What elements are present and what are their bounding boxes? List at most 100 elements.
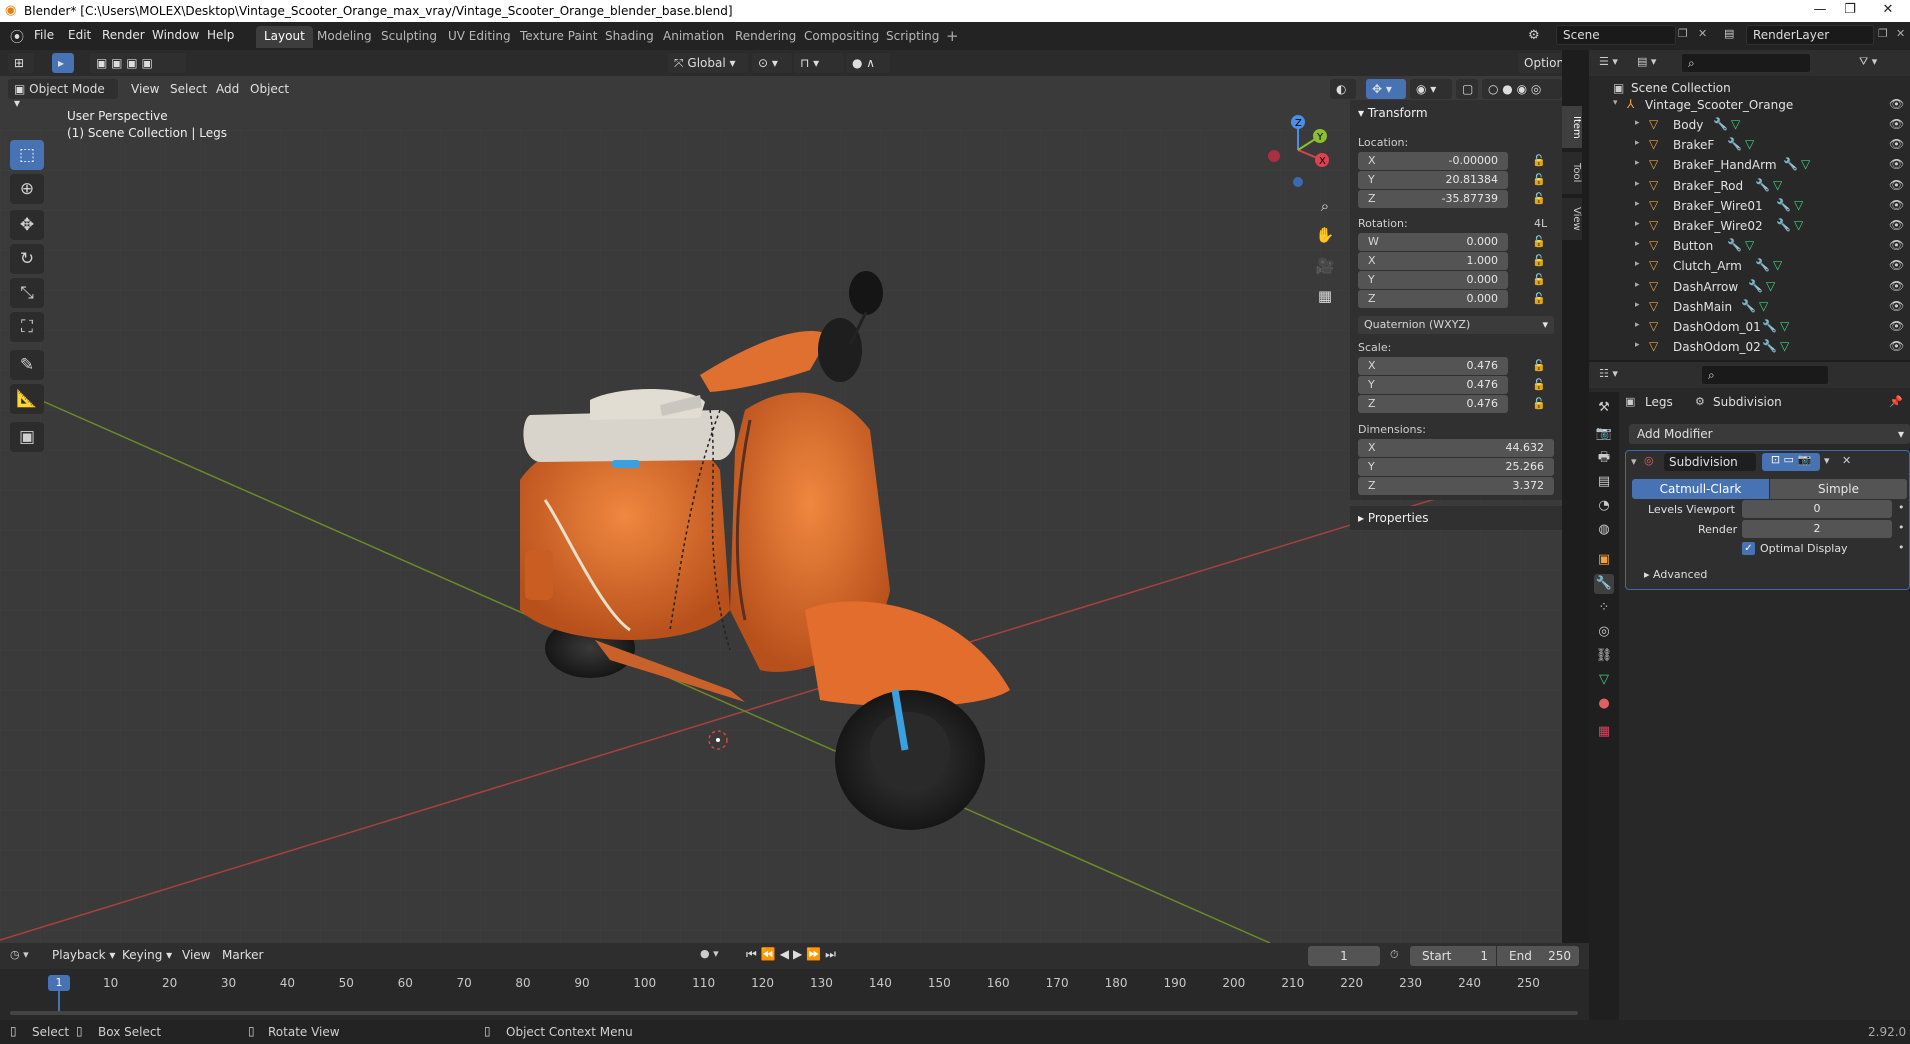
3d-viewport[interactable]: ⊞ ▸ ▣ ▣ ▣ ▣ ⤧ Global ▾ ⊙ ▾ ⊓ ▾ ● ∧ Optio… <box>0 50 1562 943</box>
lock-icon[interactable]: 🔓 <box>1532 292 1546 306</box>
mesh-data-icon[interactable]: ▽ <box>1731 117 1740 131</box>
scale-y-field[interactable]: Y 0.476 <box>1358 376 1508 394</box>
scale-tool-icon[interactable]: ⤡ <box>10 278 44 308</box>
tool-tab-icon[interactable]: ⚒ <box>1594 398 1614 418</box>
levels-viewport-field[interactable]: 0 <box>1742 500 1892 518</box>
outliner-item[interactable]: ▸ ▽ DashArrow 🔧 ▽ 👁 <box>1589 277 1910 297</box>
display-mode-icon[interactable]: ▤ ▾ <box>1637 55 1656 68</box>
constraints-tab-icon[interactable]: ⛓ <box>1594 646 1614 666</box>
optimal-display-checkbox[interactable]: ✓ <box>1742 542 1755 555</box>
rotation-z-field[interactable]: Z 0.000 <box>1358 290 1508 308</box>
rotation-4l-toggle[interactable]: 4L <box>1534 217 1547 230</box>
timeline-editor-icon[interactable]: ◷ ▾ <box>10 948 29 961</box>
new-scene-icon[interactable]: ❐ <box>1678 27 1688 40</box>
properties-panel-header[interactable]: ▸ Properties <box>1350 506 1562 530</box>
menu-help[interactable]: Help <box>207 28 234 42</box>
mesh-data-icon[interactable]: ▽ <box>1745 238 1754 252</box>
rotation-x-field[interactable]: X 1.000 <box>1358 252 1508 270</box>
eye-icon[interactable]: 👁 <box>1889 339 1904 353</box>
tab-rendering[interactable]: Rendering <box>727 26 804 48</box>
eye-icon[interactable]: 👁 <box>1889 319 1904 333</box>
eye-icon[interactable]: 👁 <box>1889 198 1904 212</box>
modifier-wrench-icon[interactable]: 🔧 <box>1783 157 1798 171</box>
modifier-wrench-icon[interactable]: 🔧 <box>1741 299 1756 313</box>
world-tab-icon[interactable]: ◍ <box>1594 520 1614 540</box>
close-icon[interactable]: ✕ <box>1842 454 1851 467</box>
properties-search-input[interactable]: ⌕ <box>1701 365 1829 385</box>
cursor-tool-icon[interactable]: ⊕ <box>10 174 44 204</box>
lock-icon[interactable]: 🔓 <box>1532 154 1546 168</box>
tab-view[interactable]: View <box>1562 198 1582 240</box>
current-frame-field[interactable]: 1 <box>1308 946 1380 966</box>
mode-dropdown[interactable]: ▣ Object Mode ▾ <box>8 79 118 110</box>
expand-triangle-icon[interactable]: ▾ <box>1613 98 1618 108</box>
tab-texture-paint[interactable]: Texture Paint <box>512 26 605 48</box>
lock-icon[interactable]: 🔓 <box>1532 235 1546 249</box>
add-cube-tool-icon[interactable]: ▣ <box>10 422 44 452</box>
eye-icon[interactable]: 👁 <box>1889 117 1904 131</box>
tab-item[interactable]: Item <box>1562 106 1582 148</box>
lock-icon[interactable]: 🔓 <box>1532 273 1546 287</box>
shading-mode-icons[interactable]: ○ ● ◉ ◎ <box>1482 79 1562 99</box>
zoom-icon[interactable]: ⌕ <box>1312 193 1338 219</box>
keyframe-dot-icon[interactable]: • <box>1898 501 1905 514</box>
scene-icon[interactable]: ⚙ <box>1528 28 1540 43</box>
visibility-icon[interactable]: ◐ <box>1330 79 1356 99</box>
lock-icon[interactable]: 🔓 <box>1532 254 1546 268</box>
outliner-item[interactable]: ▸ ▽ BrakeF_Rod 🔧 ▽ 👁 <box>1589 176 1910 196</box>
modifier-wrench-icon[interactable]: 🔧 <box>1727 238 1742 252</box>
outliner-item[interactable]: ▸ ▽ Clutch_Arm 🔧 ▽ 👁 <box>1589 256 1910 276</box>
preview-range-icon[interactable]: ⏱ <box>1390 948 1399 962</box>
overlays-icon[interactable]: ◉ ▾ <box>1410 79 1452 99</box>
location-y-field[interactable]: Y 20.81384 <box>1358 171 1508 189</box>
lock-icon[interactable]: 🔓 <box>1532 378 1546 392</box>
eye-icon[interactable]: 👁 <box>1889 279 1904 293</box>
modifier-wrench-icon[interactable]: 🔧 <box>1776 218 1791 232</box>
tab-shading[interactable]: Shading <box>597 26 662 48</box>
modifier-visibility-toggles[interactable]: ⊡ ▭ 📷 <box>1762 453 1820 471</box>
select-menu[interactable]: Select <box>170 82 207 96</box>
start-frame-field[interactable]: Start 1 <box>1410 946 1496 966</box>
record-keyframe-icon[interactable]: ● ▾ <box>700 947 719 960</box>
outliner-editor-icon[interactable]: ☰ ▾ <box>1599 55 1618 68</box>
dimension-z-field[interactable]: Z 3.372 <box>1358 477 1554 495</box>
lock-icon[interactable]: 🔓 <box>1532 173 1546 187</box>
mesh-data-icon[interactable]: ▽ <box>1801 157 1810 171</box>
mesh-data-icon[interactable]: ▽ <box>1794 218 1803 232</box>
delete-scene-icon[interactable]: ✕ <box>1698 27 1707 40</box>
ortho-toggle-icon[interactable]: ▦ <box>1312 283 1338 309</box>
expand-triangle-icon[interactable]: ▸ <box>1635 300 1640 310</box>
scene-tab-icon[interactable]: ◔ <box>1594 496 1614 516</box>
modifier-name-field[interactable]: Subdivision <box>1664 453 1756 471</box>
keying-menu[interactable]: Keying ▾ <box>122 948 172 962</box>
navigation-gizmo[interactable]: Z X Y <box>1260 110 1340 190</box>
playhead[interactable]: 1 <box>48 975 70 991</box>
timeline-view-menu[interactable]: View <box>182 948 210 962</box>
selection-mode-icons[interactable]: ▣ ▣ ▣ ▣ <box>90 53 186 73</box>
pivot-point-icon[interactable]: ⊙ ▾ <box>752 53 792 73</box>
mesh-data-icon[interactable]: ▽ <box>1773 258 1782 272</box>
render-layer-selector[interactable]: RenderLayer <box>1746 25 1874 45</box>
expand-triangle-icon[interactable]: ▸ <box>1635 118 1640 128</box>
eye-icon[interactable]: 👁 <box>1889 178 1904 192</box>
particles-tab-icon[interactable]: ⁘ <box>1594 598 1614 618</box>
mesh-data-icon[interactable]: ▽ <box>1794 198 1803 212</box>
end-frame-field[interactable]: End 250 <box>1497 946 1579 966</box>
outliner-item[interactable]: ▸ ▽ Button 🔧 ▽ 👁 <box>1589 236 1910 256</box>
menu-window[interactable]: Window <box>152 28 199 42</box>
rotation-y-field[interactable]: Y 0.000 <box>1358 271 1508 289</box>
view-menu[interactable]: View <box>131 82 159 96</box>
tab-modeling[interactable]: Modeling <box>309 26 380 48</box>
tab-animation[interactable]: Animation <box>655 26 732 48</box>
modifier-wrench-icon[interactable]: 🔧 <box>1762 339 1777 353</box>
expand-triangle-icon[interactable]: ▸ <box>1635 239 1640 249</box>
outliner-item[interactable]: ▸ ▽ DashMain 🔧 ▽ 👁 <box>1589 297 1910 317</box>
select-mode-icon[interactable]: ▸ <box>52 53 74 73</box>
mesh-data-icon[interactable]: ▽ <box>1780 319 1789 333</box>
render-levels-field[interactable]: 2 <box>1742 520 1892 538</box>
options-dropdown[interactable]: Options <box>1518 53 1562 73</box>
gizmo-toggle-icon[interactable]: ✥ ▾ <box>1366 79 1406 99</box>
tab-sculpting[interactable]: Sculpting <box>373 26 445 48</box>
outliner-item[interactable]: ▸ ▽ DashOdom_02 🔧 ▽ 👁 <box>1589 337 1910 357</box>
catmull-clark-button[interactable]: Catmull-Clark <box>1632 479 1769 499</box>
